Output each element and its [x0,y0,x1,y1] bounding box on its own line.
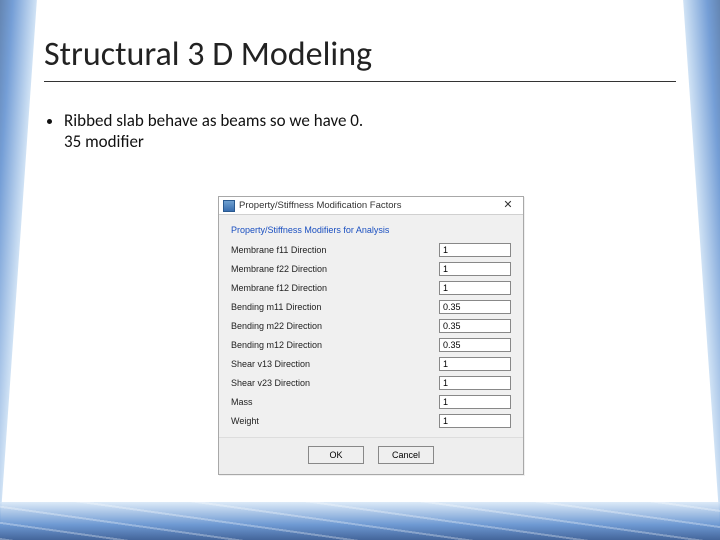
field-label: Membrane f11 Direction [231,245,439,255]
field-input[interactable] [439,376,511,390]
field-label: Bending m12 Direction [231,340,439,350]
field-label: Shear v13 Direction [231,359,439,369]
field-row: Shear v23 Direction [231,376,511,390]
field-label: Bending m11 Direction [231,302,439,312]
field-row: Weight [231,414,511,428]
field-input[interactable] [439,300,511,314]
field-input[interactable] [439,243,511,257]
close-icon[interactable]: ✕ [493,197,523,215]
field-row: Bending m22 Direction [231,319,511,333]
field-input[interactable] [439,281,511,295]
field-row: Membrane f11 Direction [231,243,511,257]
field-row: Bending m11 Direction [231,300,511,314]
field-label: Membrane f22 Direction [231,264,439,274]
modification-factors-dialog: Property/Stiffness Modification Factors … [218,196,524,475]
field-row: Mass [231,395,511,409]
field-row: Bending m12 Direction [231,338,511,352]
slide-bottom-accent [0,502,720,540]
field-input[interactable] [439,338,511,352]
field-row: Membrane f12 Direction [231,281,511,295]
bullet-item: Ribbed slab behave as beams so we have 0… [64,110,374,153]
field-label: Shear v23 Direction [231,378,439,388]
cancel-button[interactable]: Cancel [378,446,434,464]
dialog-title: Property/Stiffness Modification Factors [239,200,493,211]
field-input[interactable] [439,414,511,428]
field-input[interactable] [439,357,511,371]
field-input[interactable] [439,319,511,333]
dialog-titlebar[interactable]: Property/Stiffness Modification Factors … [219,197,523,215]
app-icon [223,200,235,212]
field-input[interactable] [439,395,511,409]
field-row: Membrane f22 Direction [231,262,511,276]
field-label: Membrane f12 Direction [231,283,439,293]
field-label: Bending m22 Direction [231,321,439,331]
ok-button[interactable]: OK [308,446,364,464]
field-label: Mass [231,397,439,407]
slide-title: Structural 3 D Modeling [44,34,676,82]
bullet-list: Ribbed slab behave as beams so we have 0… [44,104,676,153]
field-row: Shear v13 Direction [231,357,511,371]
group-label: Property/Stiffness Modifiers for Analysi… [231,225,511,235]
field-input[interactable] [439,262,511,276]
field-label: Weight [231,416,439,426]
